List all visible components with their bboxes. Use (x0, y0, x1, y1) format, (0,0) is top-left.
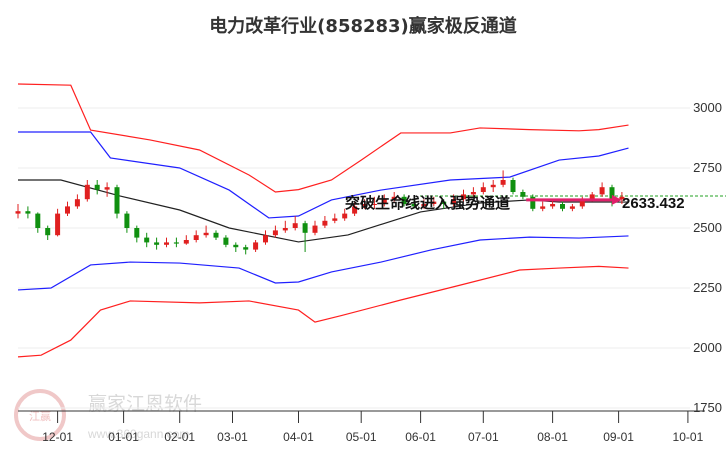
x-tick-label: 12-01 (42, 430, 73, 444)
candle-body (193, 235, 199, 240)
y-tick-label: 2500 (693, 220, 722, 235)
channel-line-lower-inner (17, 235, 629, 291)
channel-line-upper-inner (18, 131, 629, 219)
y-tick-label: 2750 (693, 160, 722, 175)
x-tick-label: 01-01 (108, 430, 139, 444)
x-tick-label: 10-01 (673, 430, 704, 444)
candle-body (154, 242, 160, 245)
candle-body (183, 240, 189, 244)
channel-line-upper-outer (17, 83, 629, 193)
x-tick-label: 09-01 (603, 430, 634, 444)
candle-body (55, 213, 61, 236)
candle-body (173, 242, 179, 244)
candle-body (203, 232, 209, 236)
candle-body (312, 225, 318, 233)
candle-body (560, 204, 565, 209)
candle-body (45, 228, 51, 236)
chart-svg: 江赢赢家江恩软件www.360gann.com17502000225025002… (14, 83, 726, 444)
candle-body (599, 187, 605, 195)
x-tick-label: 07-01 (468, 430, 499, 444)
annotation-text: 突破生命线进入强势通道 (345, 194, 510, 212)
candle-body (322, 220, 328, 226)
x-tick-label: 02-01 (164, 430, 195, 444)
candle-body (144, 237, 150, 243)
candle-body (164, 242, 169, 245)
candle-body (74, 199, 80, 207)
chart-container: 电力改革行业(858283)赢家极反通道 江赢 赢家江恩软件 www.360gann… (0, 0, 726, 450)
last-price-label: 2633.432 (622, 195, 685, 212)
candle-body (272, 230, 278, 236)
watermark-brand: 赢家江恩软件 (88, 393, 202, 415)
y-tick-label: 2000 (693, 340, 722, 355)
x-tick-label: 03-01 (217, 430, 248, 444)
candle-body (243, 247, 249, 250)
candle-body (114, 187, 120, 214)
candle-body (84, 184, 90, 200)
candle-body (520, 192, 526, 197)
x-tick-label: 05-01 (346, 430, 377, 444)
candle-body (104, 187, 110, 190)
candle-body (332, 218, 338, 221)
x-tick-label: 08-01 (537, 430, 568, 444)
candle-body (540, 206, 546, 209)
candle-body (510, 180, 516, 192)
candle-body (134, 228, 140, 238)
candle-body (213, 232, 219, 238)
candle-body (65, 206, 70, 214)
channel-line-lower-outer (17, 265, 629, 358)
candle-body (292, 223, 298, 228)
y-tick-label: 3000 (693, 100, 722, 115)
candle-body (263, 235, 268, 243)
candle-body (302, 223, 308, 233)
candle-body (223, 237, 229, 245)
y-tick-label: 2250 (693, 280, 722, 295)
candle-body (94, 184, 100, 190)
candle-body (569, 206, 575, 209)
candle-body (35, 213, 41, 228)
candle-body (282, 228, 288, 231)
candle-body (490, 184, 496, 188)
x-tick-label: 04-01 (283, 430, 314, 444)
candle-body (550, 204, 556, 207)
candle-body (15, 211, 21, 214)
x-tick-label: 06-01 (405, 430, 436, 444)
candle-body (25, 211, 31, 214)
y-tick-label: 1750 (693, 400, 722, 415)
candle-body (233, 244, 239, 248)
candle-body (124, 213, 130, 228)
candle-body (253, 242, 259, 250)
candle-body (500, 180, 506, 185)
candle-body (342, 213, 348, 219)
candle-body (480, 187, 486, 192)
